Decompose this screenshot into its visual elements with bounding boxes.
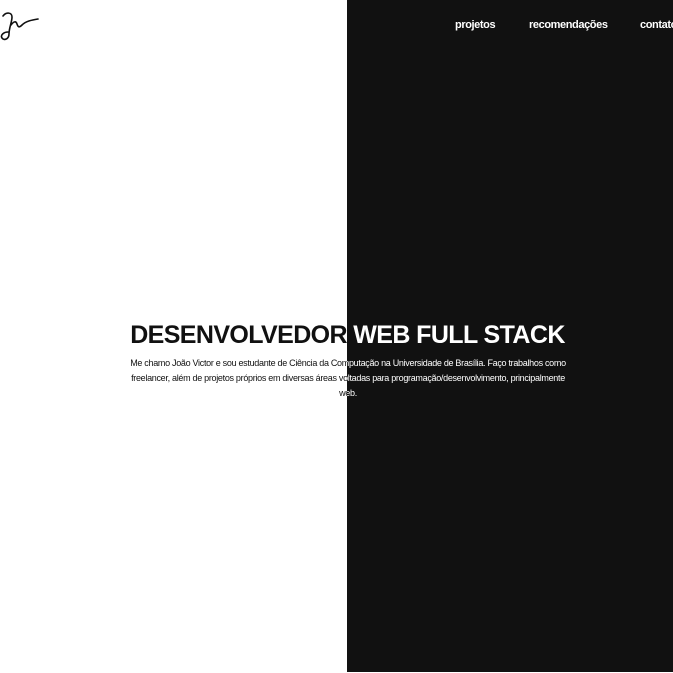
- portfolio-page: projetos recomendações contato DESENVOLV…: [0, 0, 673, 673]
